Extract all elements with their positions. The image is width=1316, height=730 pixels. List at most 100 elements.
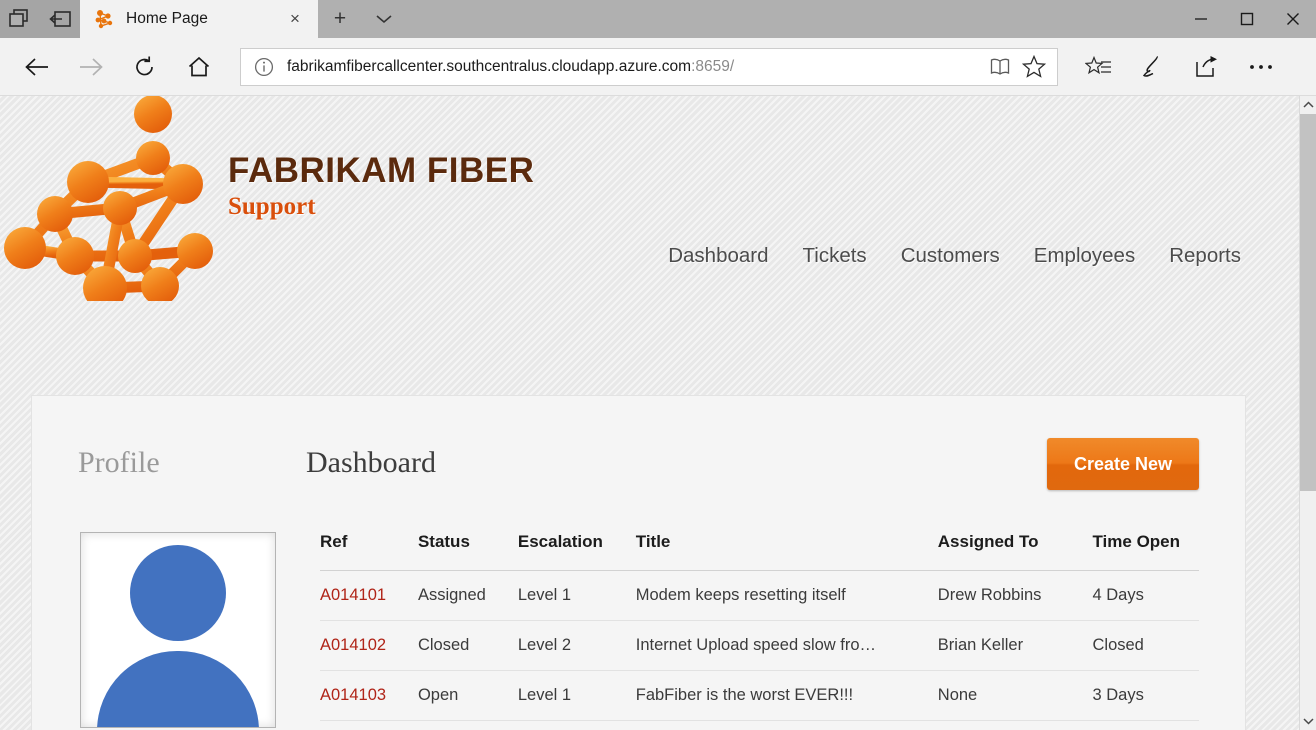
cell-status: Assigned: [418, 571, 518, 621]
url-text[interactable]: fabrikamfibercallcenter.southcentralus.c…: [287, 58, 981, 76]
chevron-down-icon[interactable]: [362, 0, 406, 38]
cell-status: Open: [418, 671, 518, 721]
navigation-toolbar: fabrikamfibercallcenter.southcentralus.c…: [0, 38, 1316, 96]
cell-ref[interactable]: A014102: [320, 621, 418, 671]
browser-toolbar-right: [1072, 44, 1288, 90]
browser-tab[interactable]: Home Page ×: [80, 0, 318, 38]
page-viewport: FABRIKAM FIBER Support Dashboard Tickets…: [0, 96, 1316, 730]
address-bar[interactable]: fabrikamfibercallcenter.southcentralus.c…: [240, 48, 1058, 86]
tickets-table: Ref Status Escalation Title Assigned To …: [320, 532, 1199, 730]
dashboard-body: Drew Robbins Ref Status Escalation: [78, 532, 1199, 730]
brand-block: FABRIKAM FIBER Support: [228, 151, 534, 221]
cell-title: Modem keeps resetting itself: [636, 571, 938, 621]
avatar-body: [97, 651, 259, 728]
create-new-button[interactable]: Create New: [1047, 438, 1199, 490]
table-row[interactable]: A014104 Assigned Level 1 changing channe…: [320, 721, 1199, 730]
reading-view-icon[interactable]: [985, 53, 1015, 81]
url-port-path: :8659/: [691, 58, 734, 75]
window-controls: [1178, 0, 1316, 38]
cell-escalation: Level 1: [518, 571, 636, 621]
scrollbar-track[interactable]: [1300, 114, 1316, 712]
profile-panel: Drew Robbins: [78, 532, 306, 730]
table-row[interactable]: A014103 Open Level 1 FabFiber is the wor…: [320, 671, 1199, 721]
column-header-status[interactable]: Status: [418, 532, 518, 571]
column-header-time-open[interactable]: Time Open: [1092, 532, 1199, 571]
fabrikam-molecule-favicon: [94, 9, 114, 29]
home-icon[interactable]: [172, 44, 226, 90]
info-icon[interactable]: [253, 56, 275, 78]
profile-heading: Profile: [78, 434, 306, 480]
title-bar: Home Page × +: [0, 0, 1316, 38]
column-header-escalation[interactable]: Escalation: [518, 532, 636, 571]
table-row[interactable]: A014101 Assigned Level 1 Modem keeps res…: [320, 571, 1199, 621]
cell-assigned-to: None: [938, 671, 1093, 721]
cell-assigned-to: Drew Robbins: [938, 571, 1093, 621]
refresh-button[interactable]: [118, 44, 172, 90]
nav-item-tickets[interactable]: Tickets: [803, 244, 867, 268]
ticket-link[interactable]: A014102: [320, 636, 386, 654]
set-tabs-aside-icon[interactable]: [40, 0, 80, 38]
page-title: Dashboard: [306, 434, 1047, 480]
new-tab-button[interactable]: +: [318, 0, 362, 38]
cell-time-open: 3 Days: [1092, 671, 1199, 721]
scroll-down-button[interactable]: [1300, 712, 1316, 730]
nav-item-dashboard[interactable]: Dashboard: [668, 244, 768, 268]
web-page: FABRIKAM FIBER Support Dashboard Tickets…: [0, 96, 1299, 730]
title-bar-left-buttons: [0, 0, 80, 38]
cell-title: changing channel by it self: [636, 721, 938, 730]
avatar: [80, 532, 276, 728]
main-navigation: Dashboard Tickets Customers Employees Re…: [668, 244, 1241, 268]
cell-ref[interactable]: A014101: [320, 571, 418, 621]
cell-assigned-to: Brian Keller: [938, 621, 1093, 671]
brand-subtitle: Support: [228, 193, 534, 221]
cell-time-open: 4 Days: [1092, 571, 1199, 621]
tickets-table-container: Ref Status Escalation Title Assigned To …: [306, 532, 1199, 730]
cell-time-open: 4 Days: [1092, 721, 1199, 730]
table-row[interactable]: A014102 Closed Level 2 Internet Upload s…: [320, 621, 1199, 671]
cell-status: Assigned: [418, 721, 518, 730]
nav-item-employees[interactable]: Employees: [1034, 244, 1135, 268]
ticket-link[interactable]: A014103: [320, 686, 386, 704]
maximize-button[interactable]: [1224, 0, 1270, 38]
cell-time-open: Closed: [1092, 621, 1199, 671]
tab-preview-icon[interactable]: [0, 0, 40, 38]
nav-item-reports[interactable]: Reports: [1169, 244, 1241, 268]
scrollbar-thumb[interactable]: [1300, 114, 1316, 491]
cell-escalation: Level 2: [518, 621, 636, 671]
cell-escalation: Level 1: [518, 671, 636, 721]
vertical-scrollbar[interactable]: [1299, 96, 1316, 730]
url-host: fabrikamfibercallcenter.southcentralus.c…: [287, 58, 691, 75]
cell-status: Closed: [418, 621, 518, 671]
tickets-table-body: A014101 Assigned Level 1 Modem keeps res…: [320, 571, 1199, 730]
cell-ref[interactable]: A014104: [320, 721, 418, 730]
cell-assigned-to: Drew Robbins: [938, 721, 1093, 730]
cell-title: FabFiber is the worst EVER!!!: [636, 671, 938, 721]
table-header-row: Ref Status Escalation Title Assigned To …: [320, 532, 1199, 571]
hub-favorites-icon[interactable]: [1072, 44, 1126, 90]
page-header-row: Profile Dashboard Create New: [78, 434, 1199, 490]
minimize-button[interactable]: [1178, 0, 1224, 38]
close-icon[interactable]: ×: [282, 6, 308, 32]
brand-title: FABRIKAM FIBER: [228, 151, 534, 191]
column-header-assigned-to[interactable]: Assigned To: [938, 532, 1093, 571]
ticket-link[interactable]: A014101: [320, 586, 386, 604]
column-header-ref[interactable]: Ref: [320, 532, 418, 571]
back-button[interactable]: [10, 44, 64, 90]
web-note-pen-icon[interactable]: [1126, 44, 1180, 90]
star-icon[interactable]: [1019, 53, 1049, 81]
tab-title: Home Page: [126, 10, 270, 28]
site-header: FABRIKAM FIBER Support Dashboard Tickets…: [0, 96, 1299, 301]
cell-ref[interactable]: A014103: [320, 671, 418, 721]
avatar-head: [130, 545, 226, 641]
forward-button[interactable]: [64, 44, 118, 90]
more-ellipsis-icon[interactable]: [1234, 44, 1288, 90]
nav-item-customers[interactable]: Customers: [901, 244, 1000, 268]
scroll-up-button[interactable]: [1300, 96, 1316, 114]
column-header-title[interactable]: Title: [636, 532, 938, 571]
cell-title: Internet Upload speed slow fro…: [636, 621, 938, 671]
close-button[interactable]: [1270, 0, 1316, 38]
browser-window: Home Page × +: [0, 0, 1316, 730]
cell-escalation: Level 1: [518, 721, 636, 730]
share-icon[interactable]: [1180, 44, 1234, 90]
content-card: Profile Dashboard Create New Drew Robbin…: [32, 396, 1245, 730]
